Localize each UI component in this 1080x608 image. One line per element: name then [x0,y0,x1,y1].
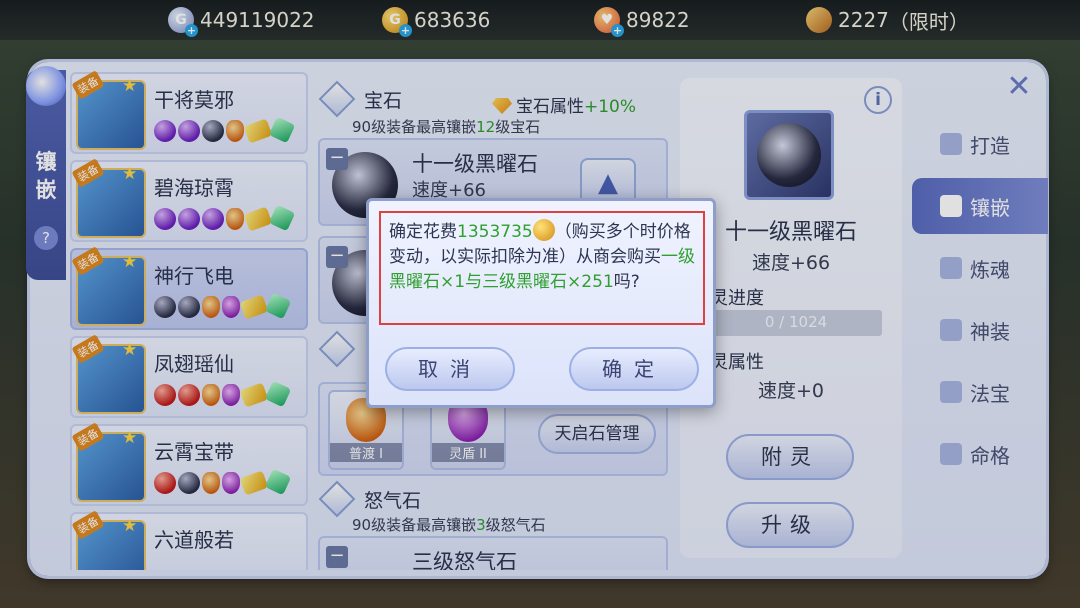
purchase-confirm-dialog: 确定花费1353735 （购买多个时价格变动，以实际扣除为准）从商会购买一级黑曜石… [366,198,716,408]
msg-end: 吗? [613,272,640,292]
gold-coin-icon [532,219,555,241]
cancel-button[interactable]: 取消 [385,347,515,391]
msg-part: 确定花费 [389,222,457,242]
confirm-button[interactable]: 确定 [569,347,699,391]
cost-value: 1353735 [457,222,533,242]
confirm-message: 确定花费1353735 （购买多个时价格变动，以实际扣除为准）从商会购买一级黑曜石… [379,211,705,325]
item-b: 三级黑曜石×251 [482,272,614,292]
msg-and: 与 [465,272,483,292]
